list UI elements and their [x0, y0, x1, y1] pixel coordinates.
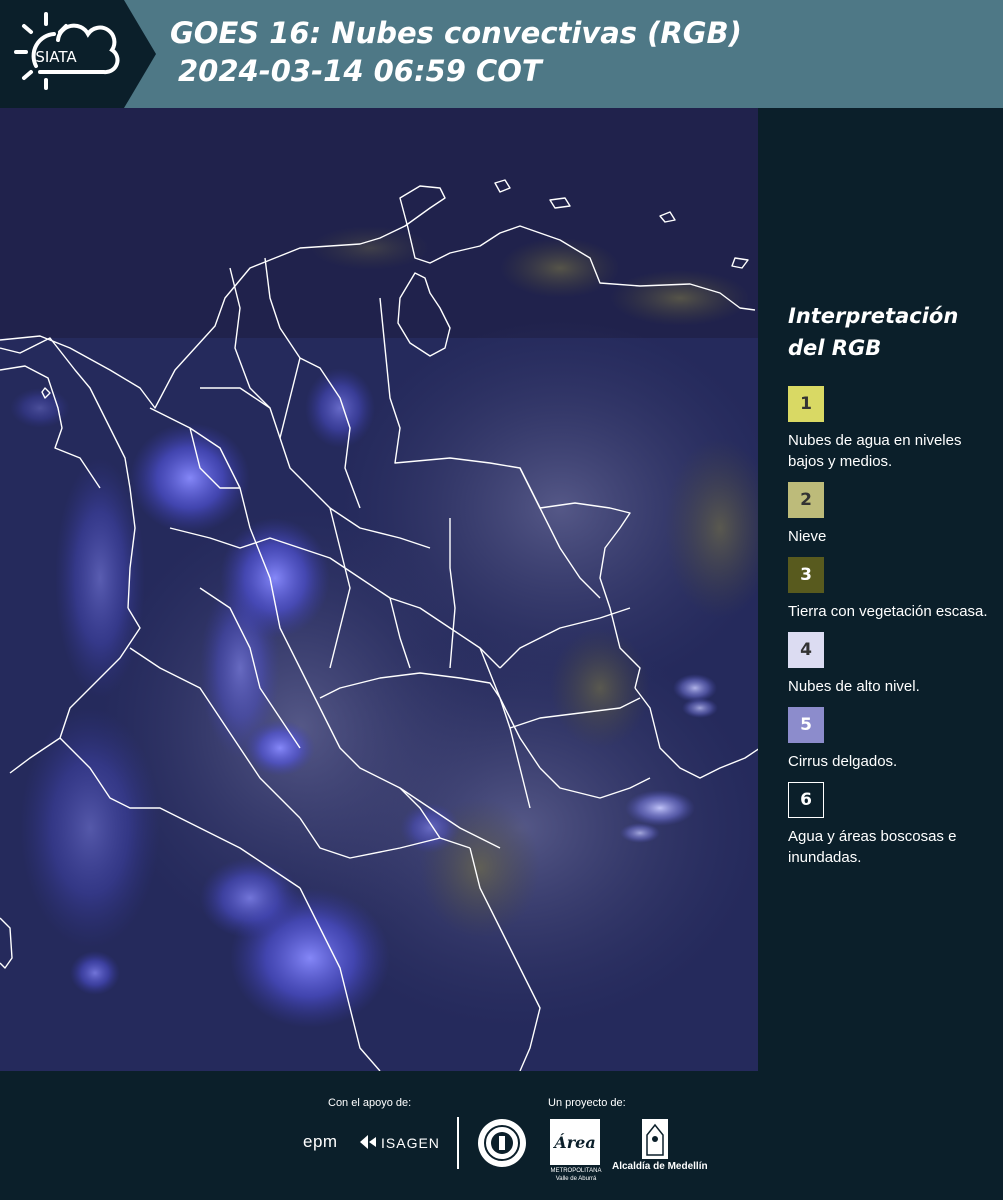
satellite-map[interactable] — [0, 108, 760, 1071]
isagen-icon — [360, 1135, 376, 1149]
legend-swatch: 5 — [788, 707, 824, 743]
rgb-satellite-image — [0, 108, 758, 1071]
area-metropolitana-logo: Área — [550, 1119, 600, 1165]
legend-item: 4 Nubes de alto nivel. — [788, 632, 993, 697]
page-title: GOES 16: Nubes convectivas (RGB) 2024-03… — [170, 14, 742, 90]
legend-swatch: 3 — [788, 557, 824, 593]
legend-title-line-1: Interpretación — [788, 304, 959, 328]
rgb-legend: Interpretación del RGB 1 Nubes de agua en… — [788, 300, 993, 878]
legend-items: 1 Nubes de agua en niveles bajos y medios… — [788, 386, 993, 868]
legend-swatch: 6 — [788, 782, 824, 818]
support-label: Con el apoyo de: — [328, 1097, 412, 1109]
legend-label: Nubes de agua en niveles bajos y medios. — [788, 432, 962, 470]
footer: Con el apoyo de: Un proyecto de: epm ISA… — [0, 1071, 1003, 1200]
alcaldia-medellin-label: Alcaldía de Medellín — [612, 1161, 708, 1172]
brand-text: SIATA — [35, 48, 77, 66]
siata-sun-cloud-icon: SIATA — [14, 12, 120, 90]
siata-logo: SIATA — [0, 0, 156, 108]
medellin-university-seal-icon — [478, 1119, 526, 1167]
alcaldia-building-icon — [642, 1119, 668, 1159]
legend-swatch: 1 — [788, 386, 824, 422]
area-metropolitana-subtitle: METROPOLITANA Valle de Aburrá — [550, 1168, 602, 1182]
legend-label: Nubes de alto nivel. — [788, 678, 920, 695]
legend-label: Cirrus delgados. — [788, 753, 898, 770]
title-line-2-timestamp: 2024-03-14 06:59 COT — [178, 54, 542, 88]
header-bar: SIATA GOES 16: Nubes convectivas (RGB) 2… — [0, 0, 1003, 108]
isagen-logo: ISAGEN — [381, 1135, 440, 1151]
legend-item: 1 Nubes de agua en niveles bajos y medios… — [788, 386, 993, 472]
project-label: Un proyecto de: — [548, 1097, 626, 1109]
legend-item: 3 Tierra con vegetación escasa. — [788, 557, 993, 622]
title-line-1: GOES 16: Nubes convectivas (RGB) — [170, 16, 742, 50]
epm-logo: epm — [303, 1132, 338, 1151]
legend-item: 6 Agua y áreas boscosas e inundadas. — [788, 782, 993, 868]
legend-title: Interpretación del RGB — [788, 300, 993, 364]
legend-item: 5 Cirrus delgados. — [788, 707, 993, 772]
legend-swatch: 4 — [788, 632, 824, 668]
legend-label: Tierra con vegetación escasa. — [788, 603, 988, 620]
legend-swatch: 2 — [788, 482, 824, 518]
footer-divider — [457, 1117, 459, 1169]
legend-label: Agua y áreas boscosas e inundadas. — [788, 828, 957, 866]
legend-label: Nieve — [788, 528, 827, 545]
legend-item: 2 Nieve — [788, 482, 993, 547]
legend-title-line-2: del RGB — [788, 336, 882, 360]
